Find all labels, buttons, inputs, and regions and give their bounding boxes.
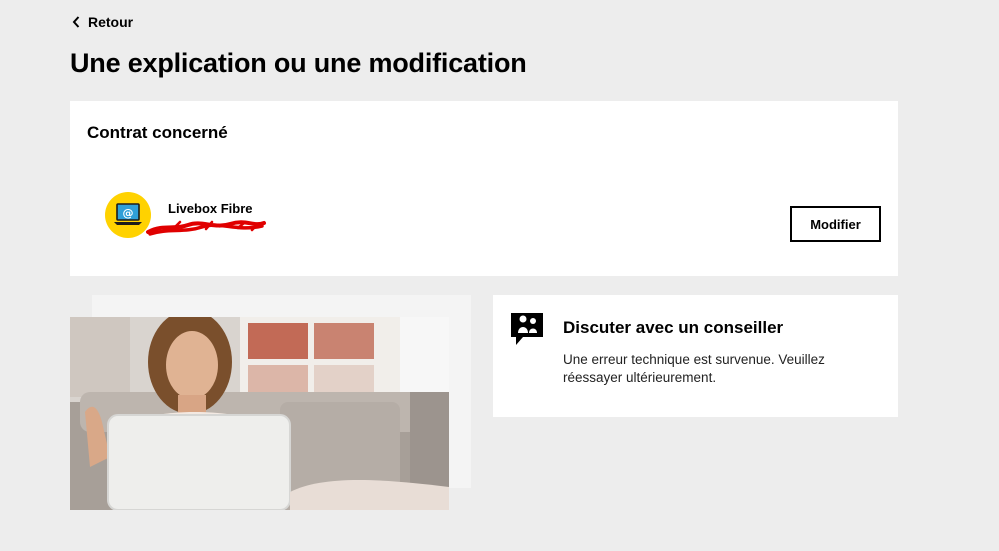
chat-advisor-icon bbox=[511, 313, 543, 345]
chat-title[interactable]: Discuter avec un conseiller bbox=[563, 318, 783, 338]
page-title: Une explication ou une modification bbox=[70, 48, 527, 78]
chevron-left-icon bbox=[72, 16, 80, 28]
svg-text:@: @ bbox=[123, 207, 134, 220]
chat-card: Discuter avec un conseiller Une erreur t… bbox=[493, 295, 898, 417]
back-link[interactable]: Retour bbox=[72, 14, 133, 30]
back-link-label: Retour bbox=[88, 14, 134, 30]
redaction-scribble bbox=[146, 220, 266, 236]
modify-button[interactable]: Modifier bbox=[790, 206, 881, 242]
promo-photo-woman-laptop bbox=[70, 317, 449, 510]
chat-error-message: Une erreur technique est survenue. Veuil… bbox=[563, 352, 825, 385]
contract-card-title: Contrat concerné bbox=[87, 123, 228, 142]
contract-card: Contrat concerné @ Livebox Fibre Modifie… bbox=[70, 101, 898, 276]
